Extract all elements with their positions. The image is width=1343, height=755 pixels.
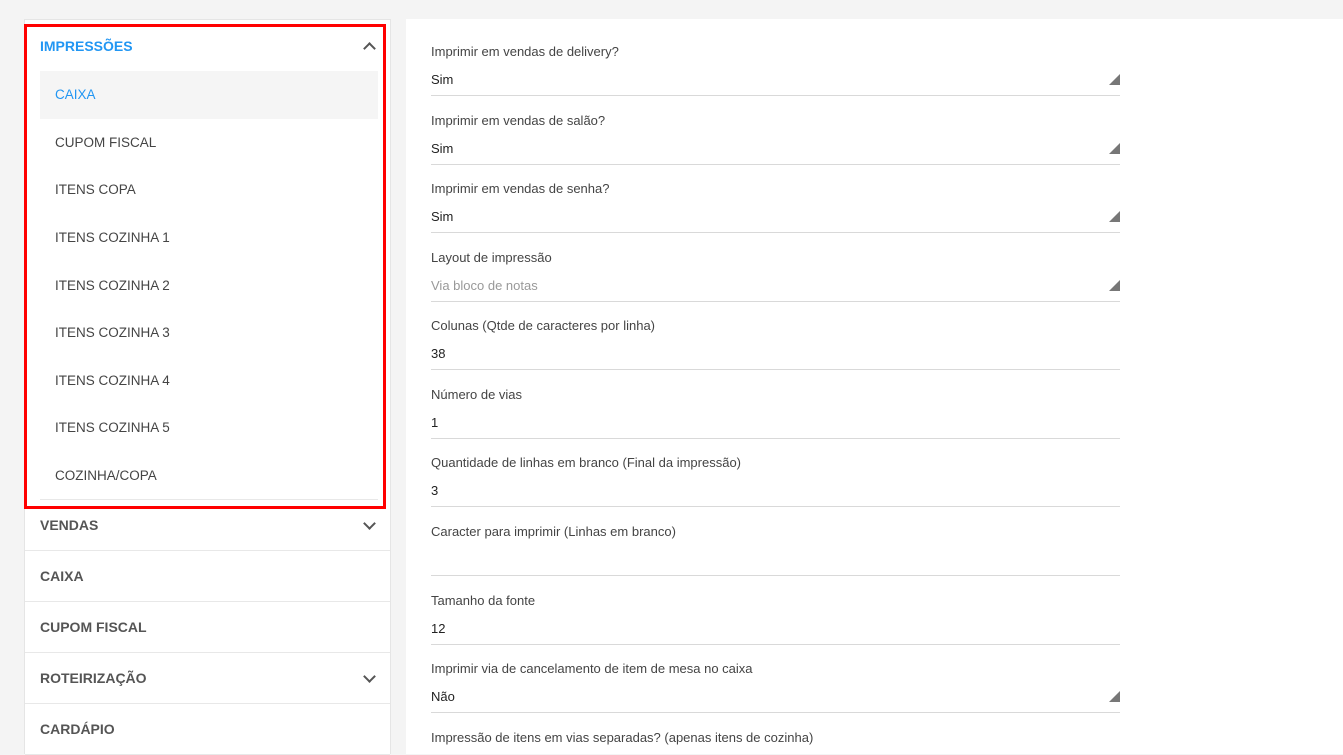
section-label: ROTEIRIZAÇÃO: [40, 670, 147, 687]
section-cupom-fiscal[interactable]: CUPOM FISCAL: [25, 602, 390, 654]
field-label: Imprimir via de cancelamento de item de …: [431, 661, 753, 676]
submenu-item-itens-cozinha-1[interactable]: ITENS COZINHA 1: [40, 214, 378, 262]
chevron-down-icon[interactable]: [363, 517, 376, 531]
select-value[interactable]: Sim: [431, 72, 453, 87]
select-value[interactable]: Não: [431, 689, 455, 704]
field-numero-vias[interactable]: Número de vias 1: [431, 362, 1120, 439]
chevron-down-icon[interactable]: [363, 670, 376, 684]
select-arrow-icon[interactable]: [1109, 74, 1120, 85]
input-value[interactable]: 38: [431, 346, 445, 361]
field-via-cancelamento[interactable]: Imprimir via de cancelamento de item de …: [431, 636, 1120, 713]
submenu-item-label: ITENS COPA: [55, 182, 136, 198]
select-value[interactable]: Sim: [431, 209, 453, 224]
input-value[interactable]: 12: [431, 621, 445, 636]
field-imprimir-senha[interactable]: Imprimir em vendas de senha? Sim: [431, 156, 1120, 233]
submenu-item-label: CUPOM FISCAL: [55, 134, 157, 150]
submenu-item-label: ITENS COZINHA 1: [55, 230, 170, 246]
settings-form: Imprimir em vendas de delivery? Sim Impr…: [406, 19, 1343, 754]
field-layout-impressao[interactable]: Layout de impressão Via bloco de notas: [431, 225, 1120, 302]
select-arrow-icon[interactable]: [1109, 691, 1120, 702]
submenu-item-itens-cozinha-4[interactable]: ITENS COZINHA 4: [40, 357, 378, 405]
field-imprimir-salao[interactable]: Imprimir em vendas de salão? Sim: [431, 88, 1120, 165]
select-arrow-icon[interactable]: [1109, 211, 1120, 222]
submenu-item-itens-cozinha-3[interactable]: ITENS COZINHA 3: [40, 309, 378, 357]
submenu-item-label: ITENS COZINHA 2: [55, 277, 170, 293]
field-label: Imprimir em vendas de senha?: [431, 181, 610, 196]
field-label: Layout de impressão: [431, 250, 552, 265]
section-cardapio[interactable]: CARDÁPIO: [25, 704, 390, 755]
field-label: Número de vias: [431, 387, 523, 402]
submenu-item-itens-cozinha-2[interactable]: ITENS COZINHA 2: [40, 261, 378, 309]
chevron-up-icon[interactable]: [363, 41, 376, 55]
field-linhas-branco[interactable]: Quantidade de linhas em branco (Final da…: [431, 430, 1120, 507]
field-vias-separadas[interactable]: Impressão de itens em vias separadas? (a…: [431, 705, 1120, 754]
field-tamanho-fonte[interactable]: Tamanho da fonte 12: [431, 568, 1120, 645]
section-roteirizacao[interactable]: ROTEIRIZAÇÃO: [25, 653, 390, 705]
section-label: IMPRESSÕES: [40, 37, 133, 54]
field-caracter-imprimir[interactable]: Caracter para imprimir (Linhas em branco…: [431, 499, 1120, 576]
select-placeholder[interactable]: Via bloco de notas: [431, 278, 538, 293]
submenu-item-label: COZINHA/COPA: [55, 468, 157, 484]
field-colunas[interactable]: Colunas (Qtde de caracteres por linha) 3…: [431, 293, 1120, 370]
submenu-item-label: ITENS COZINHA 3: [55, 325, 170, 341]
input-value[interactable]: 3: [431, 483, 438, 498]
settings-sidebar: IMPRESSÕES CAIXA CUPOM FISCAL ITENS COPA…: [24, 19, 391, 755]
select-value[interactable]: Sim: [431, 141, 453, 156]
submenu-item-label: ITENS COZINHA 5: [55, 420, 170, 436]
field-label: Imprimir em vendas de salão?: [431, 113, 606, 128]
submenu-item-itens-copa[interactable]: ITENS COPA: [40, 166, 378, 214]
section-label: VENDAS: [40, 517, 99, 534]
field-label: Colunas (Qtde de caracteres por linha): [431, 318, 656, 333]
section-vendas[interactable]: VENDAS: [25, 500, 390, 552]
submenu-item-label: ITENS COZINHA 4: [55, 372, 170, 388]
section-caixa[interactable]: CAIXA: [25, 551, 390, 603]
impressoes-submenu: CAIXA CUPOM FISCAL ITENS COPA ITENS COZI…: [40, 71, 378, 501]
select-arrow-icon[interactable]: [1109, 280, 1120, 291]
section-impressoes[interactable]: IMPRESSÕES: [25, 20, 390, 71]
submenu-item-cozinha-copa[interactable]: COZINHA/COPA: [40, 452, 378, 500]
field-label: Impressão de itens em vias separadas? (a…: [431, 730, 814, 745]
section-label: CUPOM FISCAL: [40, 619, 147, 636]
field-imprimir-delivery[interactable]: Imprimir em vendas de delivery? Sim: [431, 19, 1120, 96]
submenu-item-itens-cozinha-5[interactable]: ITENS COZINHA 5: [40, 404, 378, 452]
field-label: Imprimir em vendas de delivery?: [431, 44, 619, 59]
section-label: CARDÁPIO: [40, 721, 115, 738]
select-arrow-icon[interactable]: [1109, 143, 1120, 154]
field-label: Quantidade de linhas em branco (Final da…: [431, 455, 742, 470]
section-label: CAIXA: [40, 568, 84, 585]
input-value[interactable]: 1: [431, 415, 438, 430]
submenu-item-label: CAIXA: [55, 87, 96, 103]
submenu-item-caixa[interactable]: CAIXA: [40, 71, 378, 119]
field-label: Tamanho da fonte: [431, 593, 536, 608]
field-label: Caracter para imprimir (Linhas em branco…: [431, 524, 676, 539]
submenu-item-cupom-fiscal[interactable]: CUPOM FISCAL: [40, 119, 378, 167]
